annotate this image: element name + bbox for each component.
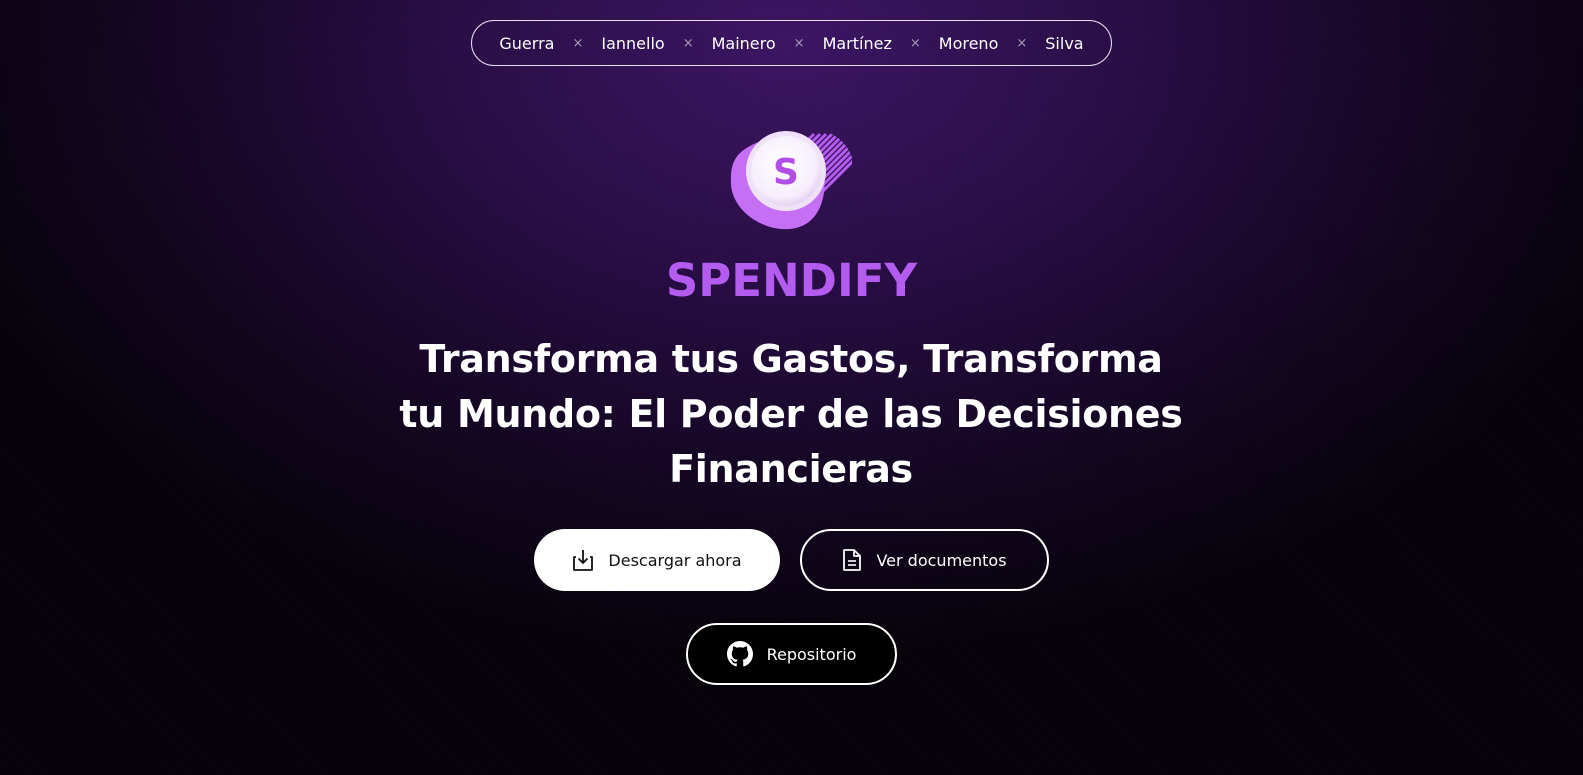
author-name: Mainero [711, 33, 776, 53]
author-separator: × [572, 35, 584, 51]
repository-button-label: Repositorio [766, 644, 857, 664]
author-separator: × [1016, 35, 1028, 51]
view-documents-button-label: Ver documentos [876, 550, 1007, 570]
repository-button[interactable]: Repositorio [686, 623, 897, 685]
download-icon [573, 550, 594, 571]
view-documents-button[interactable]: Ver documentos [800, 529, 1049, 591]
page-title: Transforma tus Gastos, Transforma tu Mun… [399, 337, 1183, 491]
download-button[interactable]: Descargar ahora [534, 529, 780, 591]
author-name: Moreno [938, 33, 999, 53]
document-icon [843, 549, 862, 571]
authors-pill: Guerra × Iannello × Mainero × Martínez ×… [471, 20, 1112, 66]
author-name: Silva [1045, 33, 1084, 53]
brand-name: SPENDIFY [665, 254, 918, 307]
download-button-label: Descargar ahora [608, 550, 742, 570]
github-icon [726, 641, 753, 667]
spendify-coin-logo-icon: S [730, 114, 854, 234]
author-separator: × [682, 35, 694, 51]
author-name: Martínez [822, 33, 892, 53]
logo-letter: S [773, 152, 799, 193]
author-separator: × [793, 35, 805, 51]
author-name: Guerra [499, 33, 555, 53]
author-name: Iannello [601, 33, 665, 53]
author-separator: × [909, 35, 921, 51]
